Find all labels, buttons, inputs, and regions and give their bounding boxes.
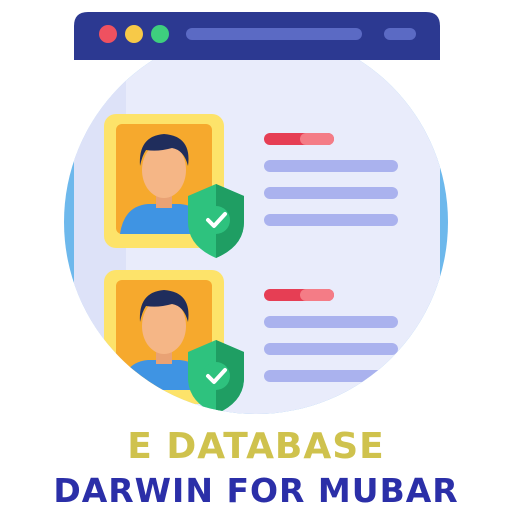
record-line bbox=[264, 370, 398, 382]
record-line bbox=[264, 214, 398, 226]
caption-line-1: E DATABASE bbox=[127, 426, 385, 467]
stage: E DATABASE DARWIN FOR MUBAR bbox=[0, 0, 512, 512]
record-line bbox=[264, 316, 398, 328]
window-title-bar bbox=[74, 12, 440, 60]
database-profiles-illustration bbox=[64, 12, 448, 414]
record-line bbox=[264, 187, 398, 199]
window-dot-minimize-icon bbox=[125, 25, 143, 43]
address-bar bbox=[186, 28, 362, 40]
caption-line-2: DARWIN FOR MUBAR bbox=[53, 471, 459, 510]
record-line bbox=[264, 160, 398, 172]
menu-bar bbox=[384, 28, 416, 40]
record-line bbox=[264, 343, 398, 355]
window-dot-maximize-icon bbox=[151, 25, 169, 43]
window-dot-close-icon bbox=[99, 25, 117, 43]
